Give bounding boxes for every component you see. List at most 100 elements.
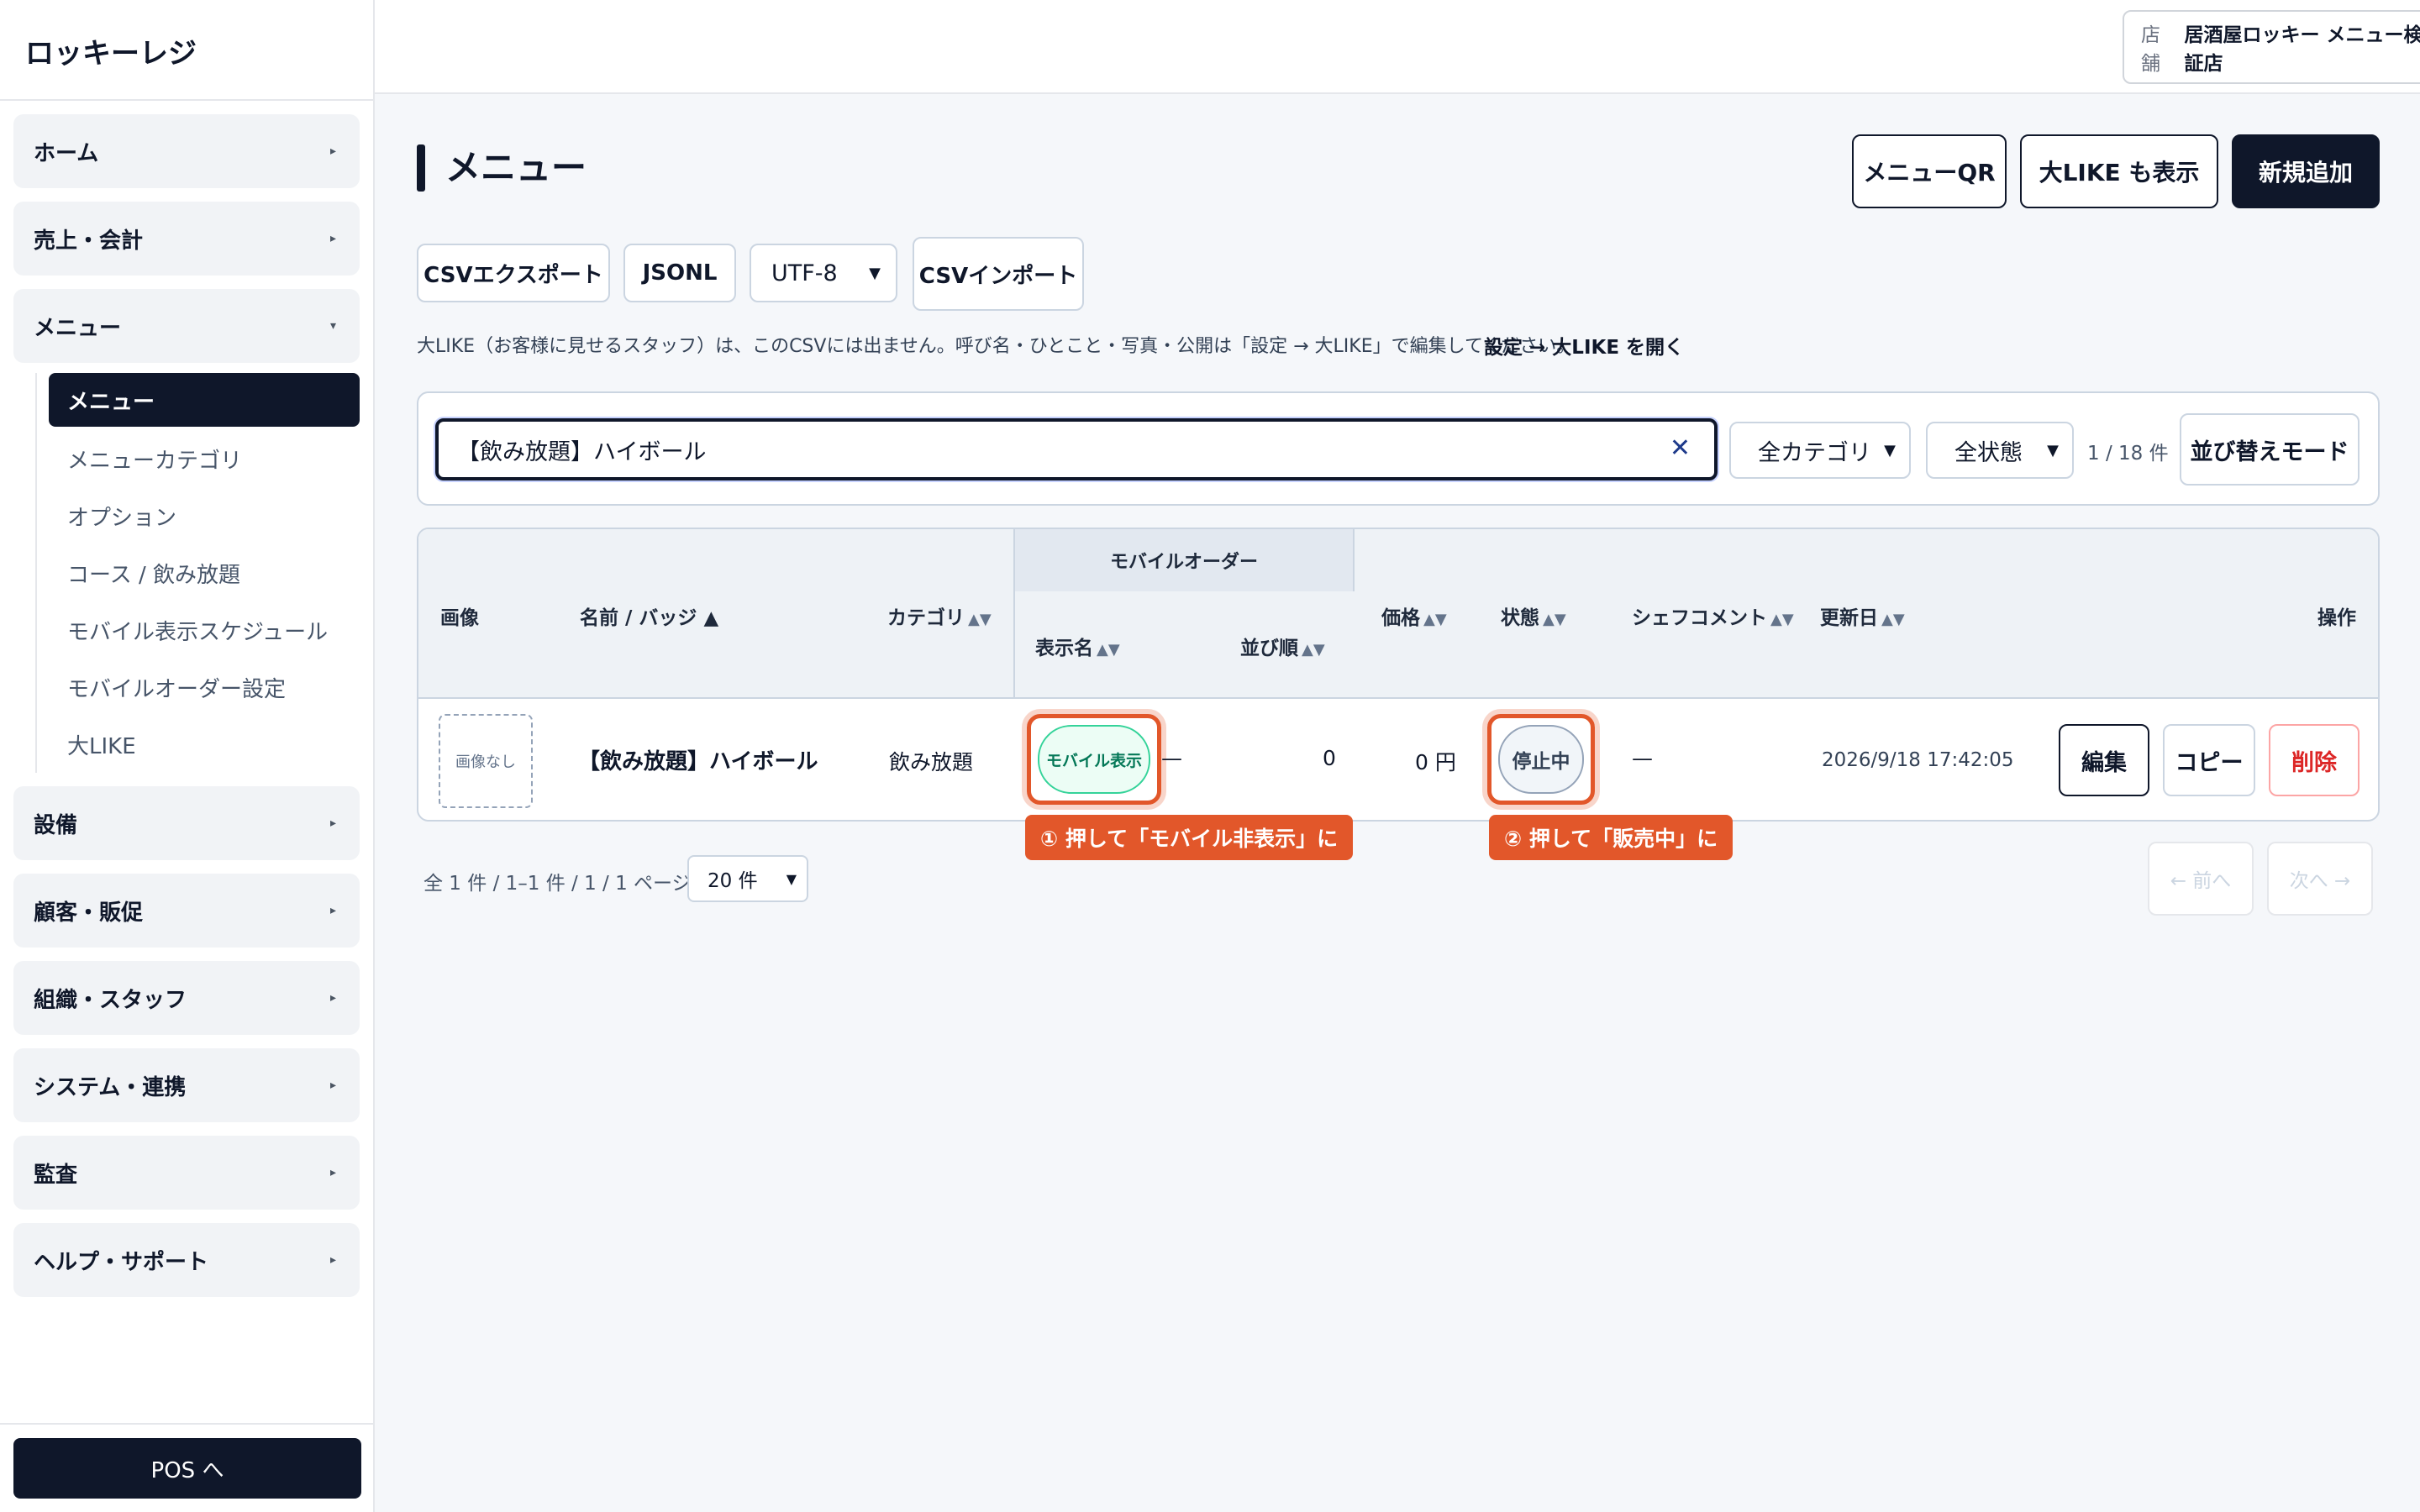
chef-comment-value: — xyxy=(1632,746,1653,770)
prev-page-button[interactable]: ← 前へ xyxy=(2148,842,2254,916)
item-name: 【飲み放題】ハイボール xyxy=(578,749,818,774)
nav-group-customers[interactable]: 顧客・販促 ▸ xyxy=(13,874,360,948)
mobile-visible-toggle[interactable]: モバイル表示 xyxy=(1038,725,1150,794)
price-value: 0 円 xyxy=(1415,750,1456,774)
category-filter-value: 全カテゴリ xyxy=(1758,439,1871,466)
nav-group-label: メニュー xyxy=(34,315,122,341)
title-accent-bar xyxy=(417,144,425,192)
category-filter[interactable]: 全カテゴリ ▼ xyxy=(1729,422,1911,479)
col-status[interactable]: 状態 ▲▼ xyxy=(1501,601,1566,630)
col-chef-comment[interactable]: シェフコメント ▲▼ xyxy=(1632,601,1794,630)
nav-group-label: ホーム xyxy=(34,140,99,166)
callout-on-sale: ② 押して「販売中」に xyxy=(1489,815,1733,860)
pos-button[interactable]: POS へ xyxy=(13,1438,361,1499)
sort-icon: ▲▼ xyxy=(968,611,992,628)
image-placeholder[interactable]: 画像なし xyxy=(439,714,533,808)
nav-group-equipment[interactable]: 設備 ▸ xyxy=(13,786,360,860)
nav-group-sales[interactable]: 売上・会計 ▸ xyxy=(13,202,360,276)
nav-group-home[interactable]: ホーム ▸ xyxy=(13,114,360,188)
sort-icon: ▲▼ xyxy=(1543,611,1566,628)
pager-summary: 全 1 件 / 1–1 件 / 1 / 1 ページ xyxy=(424,873,692,895)
sidebar-item-mobile-schedule[interactable]: モバイル表示スケジュール xyxy=(49,601,360,659)
delete-button[interactable]: 削除 xyxy=(2269,724,2360,796)
col-name[interactable]: 名前 / バッジ ▲ xyxy=(580,601,718,630)
copy-button[interactable]: コピー xyxy=(2163,724,2255,796)
sidebar-item-mobile-order-settings[interactable]: モバイルオーダー設定 xyxy=(49,659,360,716)
sidebar-item-courses[interactable]: コース / 飲み放題 xyxy=(49,544,360,601)
clear-icon[interactable]: ✕ xyxy=(1670,433,1691,463)
col-category[interactable]: カテゴリ ▲▼ xyxy=(887,601,992,630)
encoding-value: UTF-8 xyxy=(771,260,838,286)
page-size-value: 20 件 xyxy=(708,870,758,892)
display-name-value: — xyxy=(1161,746,1182,770)
search-value: 【飲み放題】ハイボール xyxy=(457,438,707,465)
col-image: 画像 xyxy=(440,607,479,629)
dai-like-settings-link[interactable]: 設定 → 大LIKE を開く xyxy=(1484,331,1684,360)
nav-group-audit[interactable]: 監査 ▸ xyxy=(13,1136,360,1210)
caret-right-icon: ▸ xyxy=(329,1079,336,1092)
status-filter[interactable]: 全状態 ▼ xyxy=(1926,422,2074,479)
sidebar-item-menu-category[interactable]: メニューカテゴリ xyxy=(49,430,360,487)
chevron-down-icon: ▼ xyxy=(869,264,881,282)
callout-mobile-hide: ① 押して「モバイル非表示」に xyxy=(1025,815,1354,860)
updated-value: 2026/9/18 17:42:05 xyxy=(1822,749,2014,771)
page-title: メニュー xyxy=(445,147,587,188)
sort-icon: ▲▼ xyxy=(1881,611,1905,628)
nav-group-label: ヘルプ・サポート xyxy=(34,1249,209,1275)
csv-notice: 大LIKE（お客様に見せるスタッフ）は、このCSVには出ません。呼び名・ひとこと… xyxy=(417,336,1576,357)
sort-mode-button[interactable]: 並び替えモード xyxy=(2180,413,2360,486)
next-page-button[interactable]: 次へ → xyxy=(2267,842,2373,916)
nav-group-label: 監査 xyxy=(34,1162,78,1188)
order-value: 0 xyxy=(1323,746,1336,770)
nav-group-label: 組織・スタッフ xyxy=(34,987,187,1013)
col-display-name[interactable]: 表示名 ▲▼ xyxy=(1035,632,1120,660)
show-like-button[interactable]: 大LIKE も表示 xyxy=(2020,134,2218,208)
nav-group-menu[interactable]: メニュー ▾ xyxy=(13,289,360,363)
caret-right-icon: ▸ xyxy=(329,991,336,1005)
nav-group-organization[interactable]: 組織・スタッフ ▸ xyxy=(13,961,360,1035)
csv-import-button[interactable]: CSVインポート xyxy=(913,237,1084,311)
col-updated[interactable]: 更新日 ▲▼ xyxy=(1820,601,1905,630)
sidebar-item-menu[interactable]: メニュー xyxy=(49,373,360,427)
sort-icon: ▲▼ xyxy=(1097,641,1120,659)
item-category: 飲み放題 xyxy=(889,750,974,774)
highlight-status-toggle: 停止中 xyxy=(1487,714,1595,805)
filter-panel: 【飲み放題】ハイボール ✕ 全カテゴリ ▼ 全状態 ▼ 1 / 18 件 並び替… xyxy=(417,391,2380,506)
edit-button[interactable]: 編集 xyxy=(2059,724,2149,796)
sidebar-item-options[interactable]: オプション xyxy=(49,487,360,544)
store-label: 店舗 xyxy=(2141,24,2160,75)
nav-group-label: システム・連携 xyxy=(34,1074,187,1100)
caret-right-icon: ▸ xyxy=(329,144,336,158)
highlight-mobile-toggle: モバイル表示 xyxy=(1027,714,1161,805)
sidebar-item-dai-like[interactable]: 大LIKE xyxy=(49,716,360,773)
column-divider xyxy=(1013,591,1015,699)
sort-icon: ▲▼ xyxy=(1302,641,1325,659)
status-filter-value: 全状態 xyxy=(1954,439,2023,466)
store-select[interactable]: 店舗 居酒屋ロッキー メニュー検証店 ⌄ xyxy=(2123,10,2420,84)
nav-group-label: 売上・会計 xyxy=(34,228,144,254)
sort-icon: ▲▼ xyxy=(1770,611,1794,628)
csv-export-button[interactable]: CSVエクスポート xyxy=(417,244,610,302)
caret-right-icon: ▸ xyxy=(329,232,336,245)
page-size-select[interactable]: 20 件 ▼ xyxy=(687,855,808,902)
col-order[interactable]: 並び順 ▲▼ xyxy=(1240,632,1325,660)
result-count: 1 / 18 件 xyxy=(2087,443,2169,465)
jsonl-button[interactable]: JSONL xyxy=(623,244,736,302)
nav-group-system[interactable]: システム・連携 ▸ xyxy=(13,1048,360,1122)
menu-qr-button[interactable]: メニューQR xyxy=(1852,134,2007,208)
sidebar: ロッキーレジ ホーム ▸ 売上・会計 ▸ メニュー ▾ メニュー メニューカテゴ… xyxy=(0,0,375,1512)
store-value: 居酒屋ロッキー メニュー検証店 xyxy=(2184,24,2420,75)
status-toggle[interactable]: 停止中 xyxy=(1498,725,1584,794)
search-input[interactable]: 【飲み放題】ハイボール ✕ xyxy=(435,418,1718,480)
chevron-down-icon: ▼ xyxy=(1884,441,1896,459)
encoding-select[interactable]: UTF-8 ▼ xyxy=(750,244,897,302)
nav-group-help[interactable]: ヘルプ・サポート ▸ xyxy=(13,1223,360,1297)
col-actions: 操作 xyxy=(2317,607,2356,629)
chevron-down-icon: ▼ xyxy=(2047,441,2059,459)
caret-right-icon: ▸ xyxy=(329,1166,336,1179)
nav-group-label: 設備 xyxy=(34,812,78,838)
menu-submenu: メニュー メニューカテゴリ オプション コース / 飲み放題 モバイル表示スケジ… xyxy=(35,373,360,773)
add-new-button[interactable]: 新規追加 xyxy=(2232,134,2380,208)
col-price[interactable]: 価格 ▲▼ xyxy=(1381,601,1447,630)
menu-table: モバイルオーダー 画像 名前 / バッジ ▲ カテゴリ ▲▼ 表示名 ▲▼ 並び順 ▲… xyxy=(417,528,2380,822)
